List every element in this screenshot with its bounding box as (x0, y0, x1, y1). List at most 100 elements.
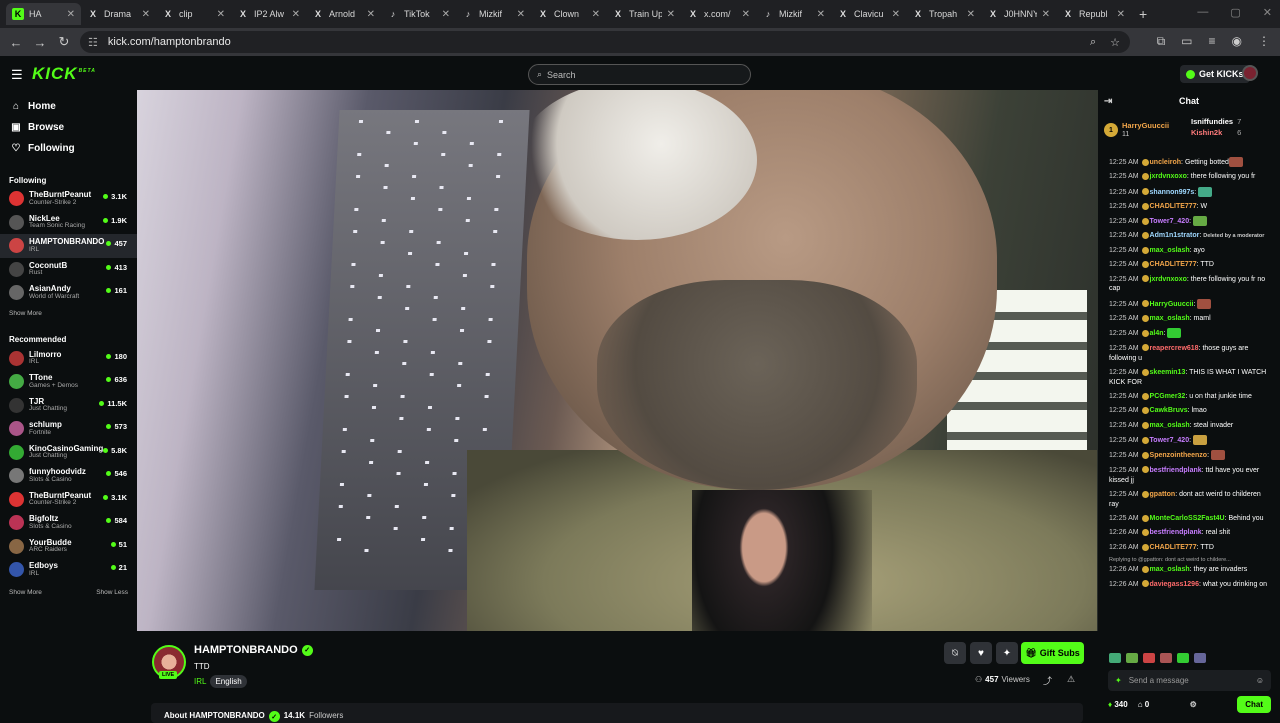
emote-icon[interactable] (1143, 653, 1155, 663)
chat-message[interactable]: 12:25 AM Tower7_420: (1109, 435, 1272, 446)
message-user[interactable]: reapercrew618 (1150, 345, 1199, 352)
emote-icon[interactable] (1177, 653, 1189, 663)
following-show-more[interactable]: Show More (0, 305, 137, 323)
chat-message[interactable]: 12:25 AM jxrdvnxoxo: there following you… (1109, 275, 1272, 295)
message-user[interactable]: PCGmer32 (1150, 393, 1186, 400)
back-icon[interactable]: ← (4, 35, 28, 50)
chat-message[interactable]: 12:25 AM CHADLITE777: TTD (1109, 260, 1272, 270)
tab-close-icon[interactable]: ✕ (1042, 9, 1050, 20)
chat-message[interactable]: 12:25 AM CawkBruvs: lmao (1109, 406, 1272, 416)
chat-message[interactable]: 12:25 AM skeemin13: THIS IS WHAT I WATCH… (1109, 368, 1272, 388)
tab-close-icon[interactable]: ✕ (142, 9, 150, 20)
sidebar-nav-following[interactable]: ♡ Following (0, 138, 137, 159)
tab-close-icon[interactable]: ✕ (892, 9, 900, 20)
hamburger-menu-icon[interactable]: ☰ (11, 67, 23, 83)
top-gifter[interactable]: 1 HarryGuuccii 11 (1104, 122, 1169, 138)
message-user[interactable]: max_oslash (1150, 315, 1190, 322)
chat-message[interactable]: 12:26 AM max_oslash: they are invaders (1109, 565, 1272, 575)
message-user[interactable]: Adm1n1strator (1150, 232, 1200, 239)
sidebar-channel[interactable]: HAMPTONBRANDO IRL 457 (0, 234, 137, 258)
tab-close-icon[interactable]: ✕ (292, 9, 300, 20)
chat-message[interactable]: 12:26 AM CHADLITE777: TTD (1109, 543, 1272, 553)
language-tag[interactable]: English (210, 675, 247, 688)
tab-close-icon[interactable]: ✕ (517, 9, 525, 20)
sidebar-channel[interactable]: Bigfoltz Slots & Casino 584 (0, 511, 137, 535)
message-user[interactable]: HarryGuuccii (1150, 301, 1194, 308)
media-icon[interactable]: ≡ (1209, 34, 1216, 49)
sidebar-channel[interactable]: TheBurntPeanut Counter-Strike 2 3.1K (0, 187, 137, 211)
gifter-row[interactable]: Kishin2k 6 (1191, 128, 1241, 139)
emote-icon[interactable] (1109, 653, 1121, 663)
chat-message[interactable]: 12:25 AM max_oslash: steal invader (1109, 421, 1272, 431)
tab-close-icon[interactable]: ✕ (967, 9, 975, 20)
points-display[interactable]: ♦ 340 (1108, 700, 1128, 709)
video-player[interactable] (137, 90, 1098, 631)
chat-message[interactable]: 12:25 AM al4n: (1109, 328, 1272, 339)
cast-icon[interactable]: ▭ (1181, 34, 1192, 49)
browser-tab[interactable]: Xclip ✕ (156, 3, 231, 25)
url-field[interactable]: ☷ kick.com/hamptonbrando ⌕ ☆ (80, 31, 1130, 53)
browser-tab[interactable]: X J0HNNY ✕ (981, 3, 1056, 25)
close-window-icon[interactable]: ✕ (1263, 6, 1272, 19)
sidebar-nav-home[interactable]: ⌂ Home (0, 96, 137, 117)
message-user[interactable]: CawkBruvs (1150, 407, 1188, 414)
chat-settings-icon[interactable]: ⚙ (1190, 700, 1197, 709)
chat-send-button[interactable]: Chat (1237, 696, 1271, 713)
category-link[interactable]: IRL (194, 677, 206, 686)
tab-close-icon[interactable]: ✕ (1117, 9, 1125, 20)
sidebar-channel[interactable]: NickLee Team Sonic Racing 1.9K (0, 211, 137, 235)
chat-message[interactable]: 12:25 AM Tower7_420: (1109, 216, 1272, 227)
tab-close-icon[interactable]: ✕ (217, 9, 225, 20)
show-more-label[interactable]: Show More (9, 589, 42, 596)
report-icon[interactable]: ⚠ (1067, 674, 1075, 685)
share-icon[interactable]: ⤴ (1043, 674, 1052, 687)
minimize-icon[interactable]: — (1197, 6, 1208, 19)
tab-close-icon[interactable]: ✕ (592, 9, 600, 20)
show-less-label[interactable]: Show Less (96, 589, 128, 596)
collapse-chat-icon[interactable]: ⇥ (1104, 96, 1112, 107)
mute-notifications-button[interactable]: ⍉ (944, 642, 966, 664)
chat-message[interactable]: 12:25 AM CHADLITE777: W (1109, 202, 1272, 212)
message-user[interactable]: MonteCarloSS2Fast4U (1150, 515, 1225, 522)
gifter-row[interactable]: Isniffundies 7 (1191, 117, 1241, 128)
emote-icon[interactable] (1126, 653, 1138, 663)
chat-message[interactable]: 12:25 AM jxrdvnxoxo: there following you… (1109, 172, 1272, 182)
sidebar-channel[interactable]: funnyhoodvidz Slots & Casino 546 (0, 464, 137, 488)
message-user[interactable]: uncleiroh (1150, 159, 1182, 166)
message-user[interactable]: Spenzointheenzo (1150, 452, 1208, 459)
message-user[interactable]: jxrdvnxoxo (1150, 276, 1187, 283)
chat-message[interactable]: 12:25 AM reapercrew618: those guys are f… (1109, 344, 1272, 364)
user-avatar[interactable] (1242, 65, 1258, 81)
message-user[interactable]: CHADLITE777 (1150, 261, 1197, 268)
sidebar-channel[interactable]: schlump Fortnite 573 (0, 417, 137, 441)
message-user[interactable]: daviegass1296 (1150, 581, 1199, 588)
maximize-icon[interactable]: ▢ (1230, 6, 1240, 19)
chat-message[interactable]: 12:25 AM gpatton: dont act weird to chil… (1109, 490, 1272, 510)
sidebar-channel[interactable]: YourBudde ARC Raiders 51 (0, 535, 137, 559)
browser-tab[interactable]: X Clown ✕ (531, 3, 606, 25)
message-user[interactable]: bestfriendplank (1150, 529, 1202, 536)
tab-close-icon[interactable]: ✕ (667, 9, 675, 20)
forward-icon[interactable]: → (28, 35, 52, 50)
chat-message[interactable]: 12:25 AM bestfriendplank: ttd have you e… (1109, 466, 1272, 486)
emote-icon[interactable] (1194, 653, 1206, 663)
kick-logo[interactable]: KICKBETA (32, 64, 96, 84)
chat-message[interactable]: 12:25 AM HarryGuuccii: (1109, 298, 1272, 310)
reload-icon[interactable]: ↻ (52, 34, 76, 50)
message-user[interactable]: jxrdvnxoxo (1150, 173, 1187, 180)
get-kicks-button[interactable]: Get KICKs (1180, 65, 1250, 83)
tab-close-icon[interactable]: ✕ (367, 9, 375, 20)
kicks-icon[interactable]: ✦ (1115, 676, 1122, 685)
zoom-icon[interactable]: ⌕ (1090, 36, 1096, 49)
message-user[interactable]: shannon997s (1150, 188, 1195, 195)
tab-close-icon[interactable]: ✕ (67, 9, 75, 20)
extensions-icon[interactable]: ⧉ (1157, 34, 1166, 49)
secondary-points[interactable]: ⌂ 0 (1138, 700, 1150, 709)
message-user[interactable]: bestfriendplank (1150, 467, 1202, 474)
message-user[interactable]: CHADLITE777 (1150, 544, 1197, 551)
tab-close-icon[interactable]: ✕ (442, 9, 450, 20)
menu-icon[interactable]: ⋮ (1258, 34, 1270, 49)
sidebar-channel[interactable]: TJR Just Chatting 11.5K (0, 394, 137, 418)
browser-tab[interactable]: ♪ Mizkif ✕ (756, 3, 831, 25)
new-tab-icon[interactable]: + (1139, 6, 1147, 22)
